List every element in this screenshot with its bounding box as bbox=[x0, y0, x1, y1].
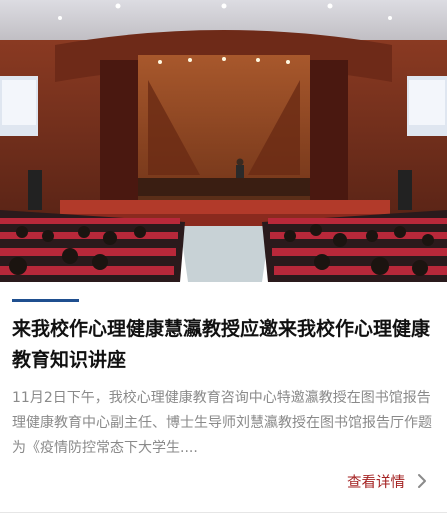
news-card[interactable]: 来我校作心理健康慧瀛教授应邀来我校作心理健康教育知识讲座 11月2日下午，我校心… bbox=[0, 0, 447, 513]
chevron-right-icon[interactable] bbox=[417, 473, 427, 489]
article-title[interactable]: 来我校作心理健康慧瀛教授应邀来我校作心理健康教育知识讲座 bbox=[12, 314, 437, 376]
view-details-link[interactable]: 查看详情 bbox=[347, 470, 427, 492]
title-accent-bar bbox=[12, 299, 79, 302]
lecture-hall-photo[interactable] bbox=[0, 0, 447, 282]
view-details-label[interactable]: 查看详情 bbox=[347, 471, 405, 492]
article-summary: 11月2日下午，我校心理健康教育咨询中心特邀瀛教授在图书馆报告理健康教育中心副主… bbox=[12, 390, 432, 456]
